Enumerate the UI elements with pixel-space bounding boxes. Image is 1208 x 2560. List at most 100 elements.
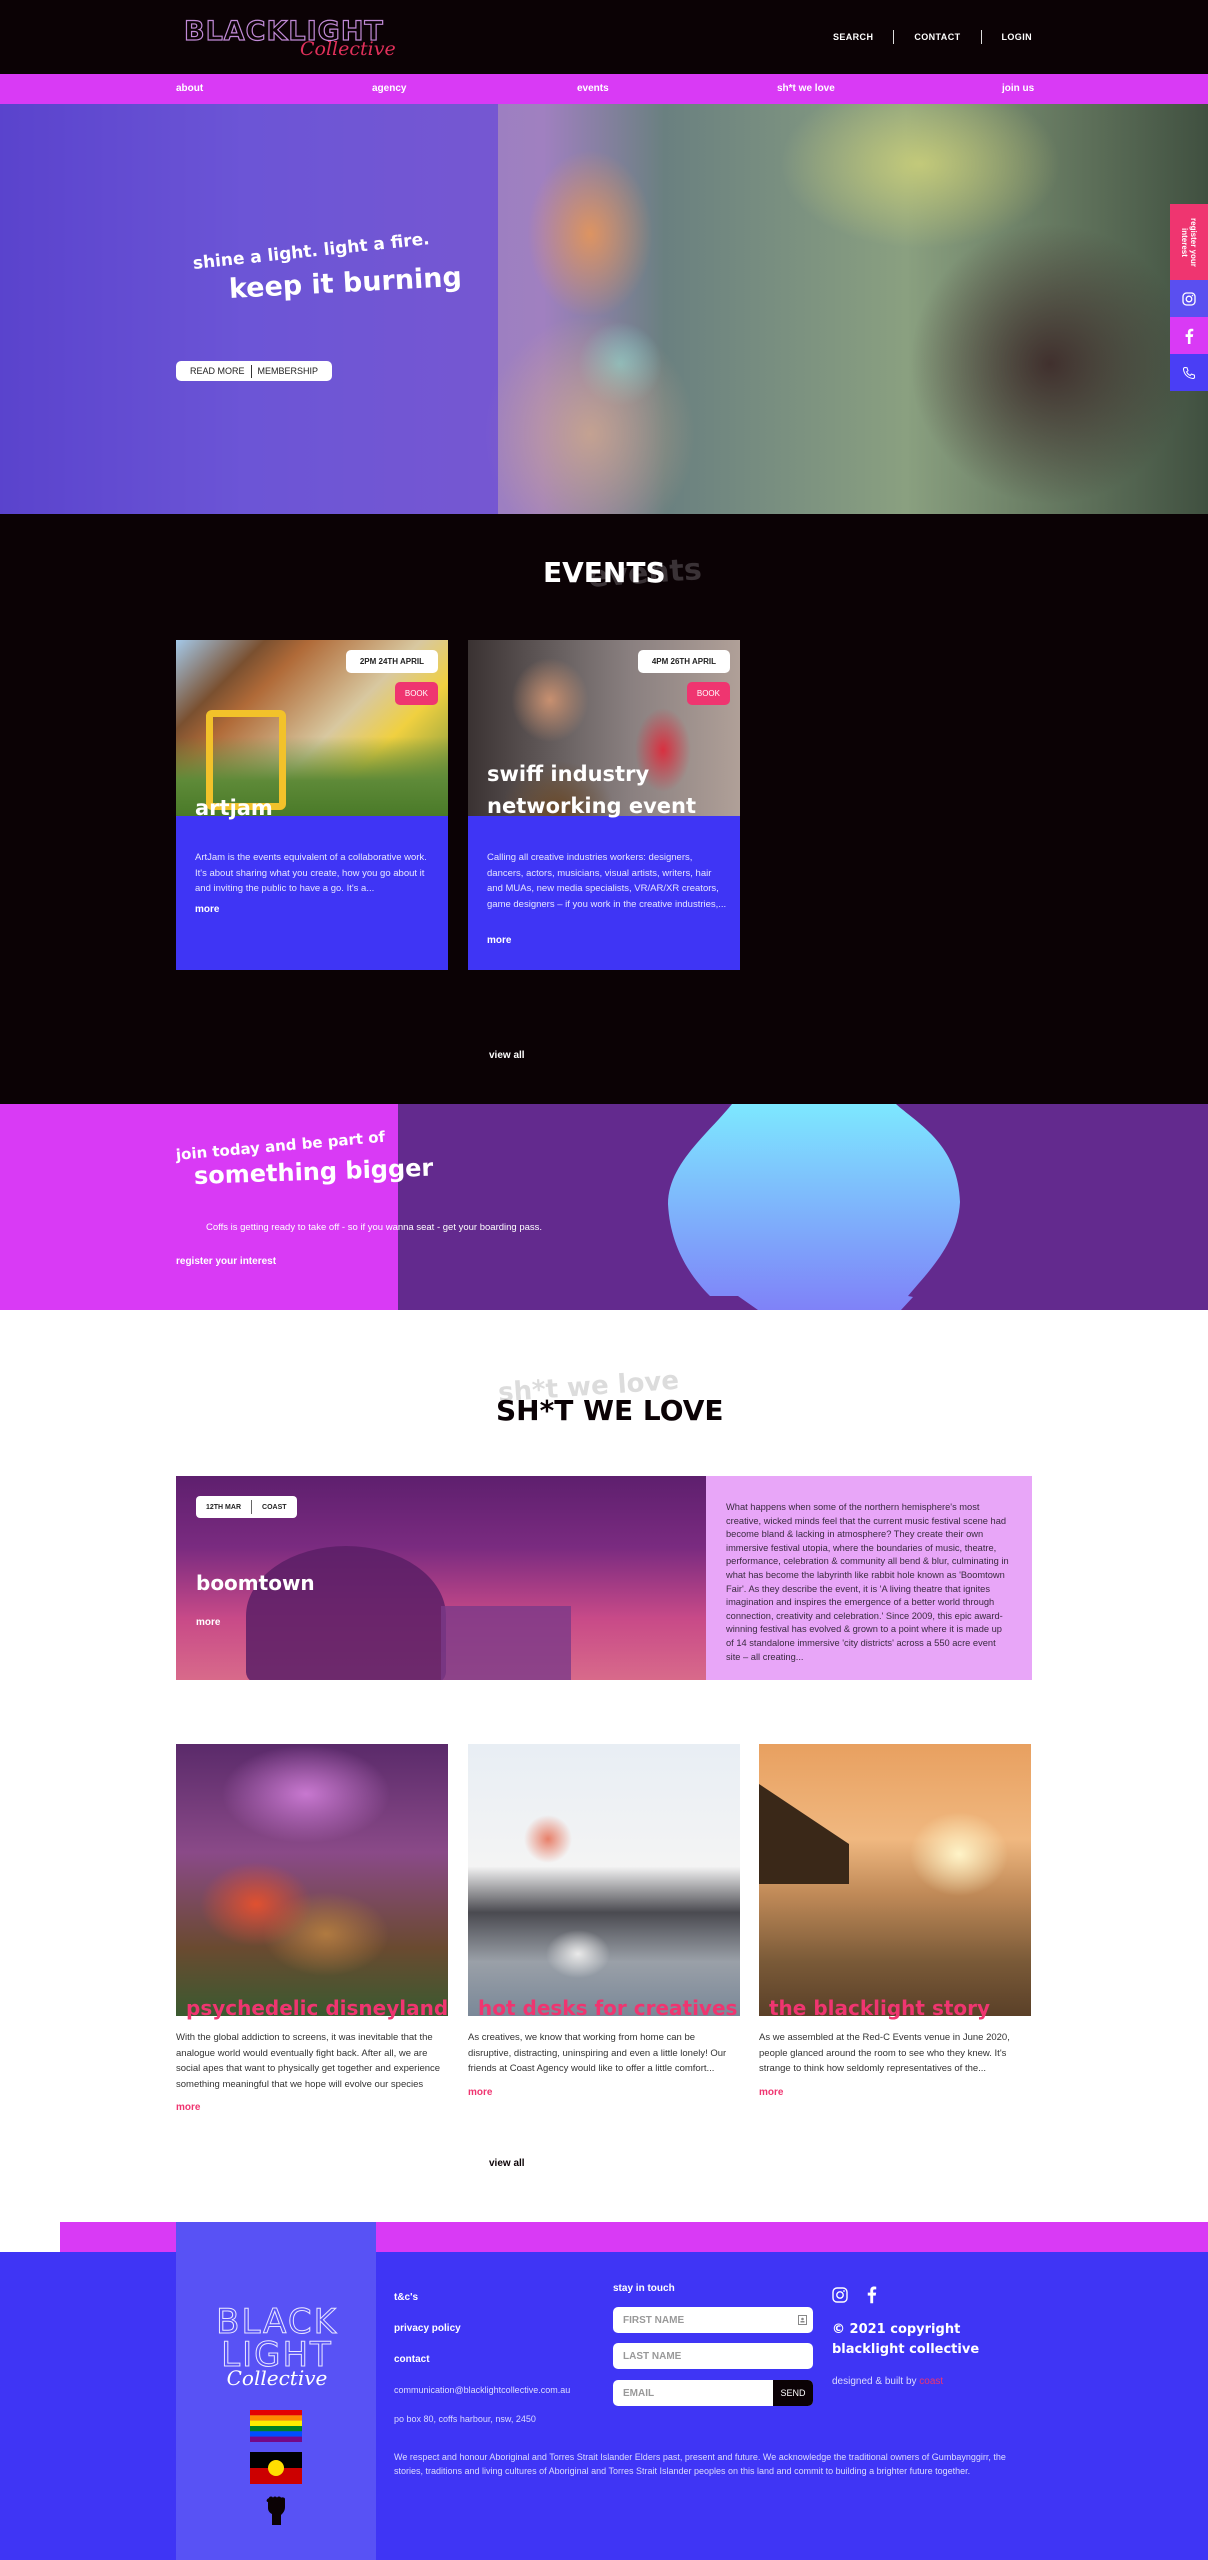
footer-contact-link[interactable]: contact	[394, 2354, 430, 2365]
event-more-link[interactable]: more	[487, 935, 511, 946]
register-interest-tab[interactable]: register your interest	[1170, 204, 1208, 280]
featured-more-link[interactable]: more	[196, 1617, 220, 1628]
featured-post[interactable]: 12TH MAR COAST boomtown more What happen…	[176, 1476, 1032, 1680]
join-description: Coffs is getting ready to take off - so …	[206, 1222, 543, 1233]
search-link[interactable]: SEARCH	[813, 32, 893, 42]
event-description: ArtJam is the events equivalent of a col…	[195, 852, 427, 894]
post-description: As we assembled at the Red-C Events venu…	[759, 2032, 1010, 2074]
terms-link[interactable]: t&c's	[394, 2292, 418, 2303]
pride-flag-icon	[250, 2410, 302, 2442]
utility-links: SEARCH CONTACT LOGIN	[813, 30, 1052, 44]
love-view-all-link[interactable]: view all	[489, 2158, 525, 2169]
facebook-icon	[1185, 328, 1194, 344]
post-card[interactable]: psychedelic disneyland With the global a…	[176, 1744, 448, 2113]
footer-logo[interactable]: BLACK LIGHT Collective	[210, 2305, 344, 2391]
event-description: Calling all creative industries workers:…	[487, 852, 727, 910]
featured-image-boomtown: 12TH MAR COAST boomtown more	[176, 1476, 706, 1680]
footer-instagram-icon[interactable]	[832, 2287, 848, 2303]
event-date-badge: 2PM 24TH APRIL	[345, 650, 438, 673]
post-more-link[interactable]: more	[759, 2087, 1031, 2098]
post-description: With the global addiction to screens, it…	[176, 2032, 441, 2090]
featured-category: COAST	[262, 1503, 287, 1511]
post-title[interactable]: hot desks for creatives	[478, 1996, 737, 2020]
featured-excerpt: What happens when some of the northern h…	[706, 1476, 1032, 1680]
post-card[interactable]: hot desks for creatives As creatives, we…	[468, 1744, 740, 2098]
copyright-text: © 2021 copyright blacklight collective	[832, 2322, 980, 2357]
building-silhouette	[441, 1606, 571, 1680]
blacklight-logo[interactable]: BLACKLIGHT Collective	[183, 15, 396, 66]
event-date-badge: 4PM 26TH APRIL	[637, 650, 730, 673]
post-description: As creatives, we know that working from …	[468, 2032, 727, 2074]
floating-side-tabs: register your interest	[1170, 204, 1208, 391]
tree-silhouette	[246, 1546, 446, 1680]
nav-item-events[interactable]: events	[577, 83, 609, 94]
facebook-tab[interactable]	[1170, 317, 1208, 354]
membership-button[interactable]: MEMBERSHIP	[252, 366, 325, 376]
raised-fist-icon	[266, 2496, 285, 2525]
post-more-link[interactable]: more	[176, 2102, 448, 2113]
login-link[interactable]: LOGIN	[982, 32, 1053, 42]
aboriginal-flag-icon	[250, 2452, 302, 2484]
designed-by-text: designed & built by coast	[832, 2376, 943, 2387]
love-title: SH*T WE LOVE	[496, 1394, 724, 1427]
event-card[interactable]: 4PM 26TH APRIL BOOK swiff industry netwo…	[468, 640, 740, 970]
event-title-line1[interactable]: swiff industry	[487, 758, 649, 790]
designed-by-label: designed & built by	[832, 2376, 920, 2387]
footer-facebook-icon[interactable]	[866, 2285, 877, 2304]
post-image-hot-desks	[468, 1744, 740, 2016]
nav-item-about[interactable]: about	[176, 83, 203, 94]
privacy-policy-link[interactable]: privacy policy	[394, 2323, 461, 2334]
logo-script: Collective	[300, 38, 396, 60]
featured-date: 12TH MAR	[206, 1503, 242, 1511]
post-title[interactable]: psychedelic disneyland	[186, 1996, 448, 2020]
events-title: EVENTS	[543, 556, 666, 589]
designer-link[interactable]: coast	[919, 2376, 943, 2387]
first-name-field[interactable]	[613, 2307, 813, 2333]
footer-address: po box 80, coffs harbour, nsw, 2450	[394, 2414, 536, 2424]
post-title[interactable]: the blacklight story	[769, 1996, 990, 2020]
register-interest-label: register your interest	[1180, 217, 1198, 267]
nav-item-join-us[interactable]: join us	[1002, 83, 1034, 94]
footer-email[interactable]: communication@blacklightcollective.com.a…	[394, 2385, 570, 2395]
phone-tab[interactable]	[1170, 354, 1208, 391]
contact-card-icon	[798, 2315, 807, 2325]
book-button[interactable]: BOOK	[686, 682, 730, 705]
post-card[interactable]: the blacklight story As we assembled at …	[759, 1744, 1031, 2098]
event-card[interactable]: 2PM 24TH APRIL BOOK artjam ArtJam is the…	[176, 640, 448, 970]
footer-logo-script: Collective	[226, 2366, 328, 2390]
divider	[251, 1500, 253, 1514]
main-nav: about agency events sh*t we love join us	[0, 74, 1208, 104]
decorative-blob	[668, 1104, 960, 1310]
events-section: events EVENTS 2PM 24TH APRIL BOOK artjam…	[0, 514, 1208, 1104]
nav-item-shit-we-love[interactable]: sh*t we love	[777, 83, 835, 94]
nav-item-agency[interactable]: agency	[372, 83, 406, 94]
shit-we-love-section: sh*t we love SH*T WE LOVE 12TH MAR COAST…	[0, 1310, 1208, 2220]
post-image-psychedelic	[176, 1744, 448, 2016]
register-interest-link[interactable]: register your interest	[176, 1256, 276, 1267]
send-button[interactable]: SEND	[773, 2380, 813, 2406]
contact-link[interactable]: CONTACT	[894, 32, 980, 42]
book-button[interactable]: BOOK	[394, 682, 438, 705]
acknowledgement-of-country: We respect and honour Aboriginal and Tor…	[394, 2452, 1006, 2476]
join-banner: join today and be part of something bigg…	[0, 1104, 1208, 1310]
hero-button-group: READ MORE MEMBERSHIP	[176, 361, 333, 381]
read-more-button[interactable]: READ MORE	[184, 366, 251, 376]
event-title-line2[interactable]: networking event	[487, 790, 696, 822]
post-image-blacklight-story	[759, 1744, 1031, 2016]
event-title[interactable]: artjam	[195, 792, 273, 824]
top-header: BLACKLIGHT Collective SEARCH CONTACT LOG…	[0, 0, 1208, 74]
hero-tint-overlay	[0, 104, 498, 514]
headland-silhouette	[759, 1784, 849, 1884]
hero-banner: shine a light. light a fire. keep it bur…	[0, 104, 1208, 514]
events-view-all-link[interactable]: view all	[489, 1050, 525, 1061]
featured-tag: 12TH MAR COAST	[196, 1496, 297, 1518]
last-name-field[interactable]	[613, 2343, 813, 2369]
phone-icon	[1182, 366, 1196, 379]
post-more-link[interactable]: more	[468, 2087, 740, 2098]
featured-title[interactable]: boomtown	[196, 1571, 315, 1595]
event-more-link[interactable]: more	[195, 904, 219, 915]
stay-in-touch-heading: stay in touch	[613, 2283, 675, 2294]
footer-logo-column: BLACK LIGHT Collective	[176, 2222, 376, 2560]
instagram-tab[interactable]	[1170, 280, 1208, 317]
instagram-icon	[1182, 291, 1196, 306]
